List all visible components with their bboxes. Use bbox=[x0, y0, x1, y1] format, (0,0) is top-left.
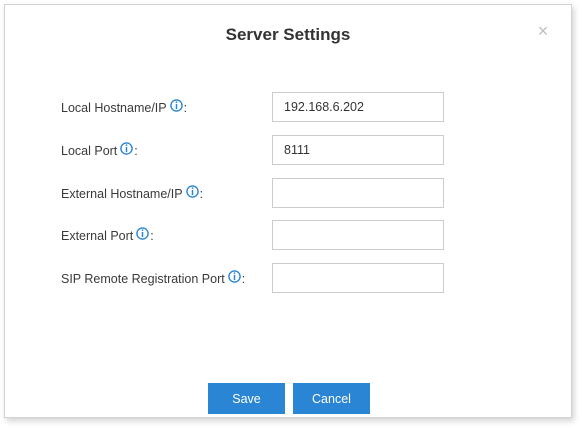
dialog-title: Server Settings bbox=[225, 25, 351, 44]
close-icon[interactable]: × bbox=[535, 22, 551, 40]
local-hostname-label-text: Local Hostname/IP bbox=[61, 101, 167, 115]
info-icon[interactable] bbox=[136, 226, 150, 240]
info-icon[interactable] bbox=[227, 269, 241, 283]
external-hostname-input[interactable] bbox=[272, 178, 444, 208]
label-colon: : bbox=[241, 272, 246, 286]
label-colon: : bbox=[150, 229, 154, 243]
label-colon: : bbox=[199, 187, 204, 201]
local-port-row: Local Port : bbox=[61, 135, 561, 167]
local-port-input[interactable] bbox=[272, 135, 444, 165]
info-icon[interactable] bbox=[120, 141, 134, 155]
sip-remote-port-input[interactable] bbox=[272, 263, 444, 293]
save-button[interactable]: Save bbox=[208, 383, 285, 414]
local-hostname-label: Local Hostname/IP : bbox=[61, 92, 187, 124]
sip-remote-port-label-text: SIP Remote Registration Port bbox=[61, 272, 225, 286]
local-port-label-text: Local Port bbox=[61, 144, 118, 158]
info-icon[interactable] bbox=[169, 98, 183, 112]
external-hostname-row: External Hostname/IP : bbox=[61, 178, 561, 210]
label-colon: : bbox=[134, 144, 138, 158]
external-port-row: External Port : bbox=[61, 220, 561, 252]
sip-remote-port-label: SIP Remote Registration Port : bbox=[61, 263, 245, 295]
local-port-label: Local Port : bbox=[61, 135, 138, 167]
external-port-input[interactable] bbox=[272, 220, 444, 250]
server-settings-dialog: Server Settings × Local Hostname/IP : Lo… bbox=[4, 4, 572, 418]
external-hostname-label: External Hostname/IP : bbox=[61, 178, 203, 210]
local-hostname-input[interactable] bbox=[272, 92, 444, 122]
external-hostname-label-text: External Hostname/IP bbox=[61, 187, 183, 201]
cancel-button[interactable]: Cancel bbox=[293, 383, 370, 414]
external-port-label-text: External Port bbox=[61, 229, 134, 243]
external-port-label: External Port : bbox=[61, 220, 154, 252]
label-colon: : bbox=[183, 101, 188, 115]
sip-remote-port-row: SIP Remote Registration Port : bbox=[61, 263, 561, 295]
local-hostname-row: Local Hostname/IP : bbox=[61, 92, 561, 124]
info-icon[interactable] bbox=[185, 184, 199, 198]
